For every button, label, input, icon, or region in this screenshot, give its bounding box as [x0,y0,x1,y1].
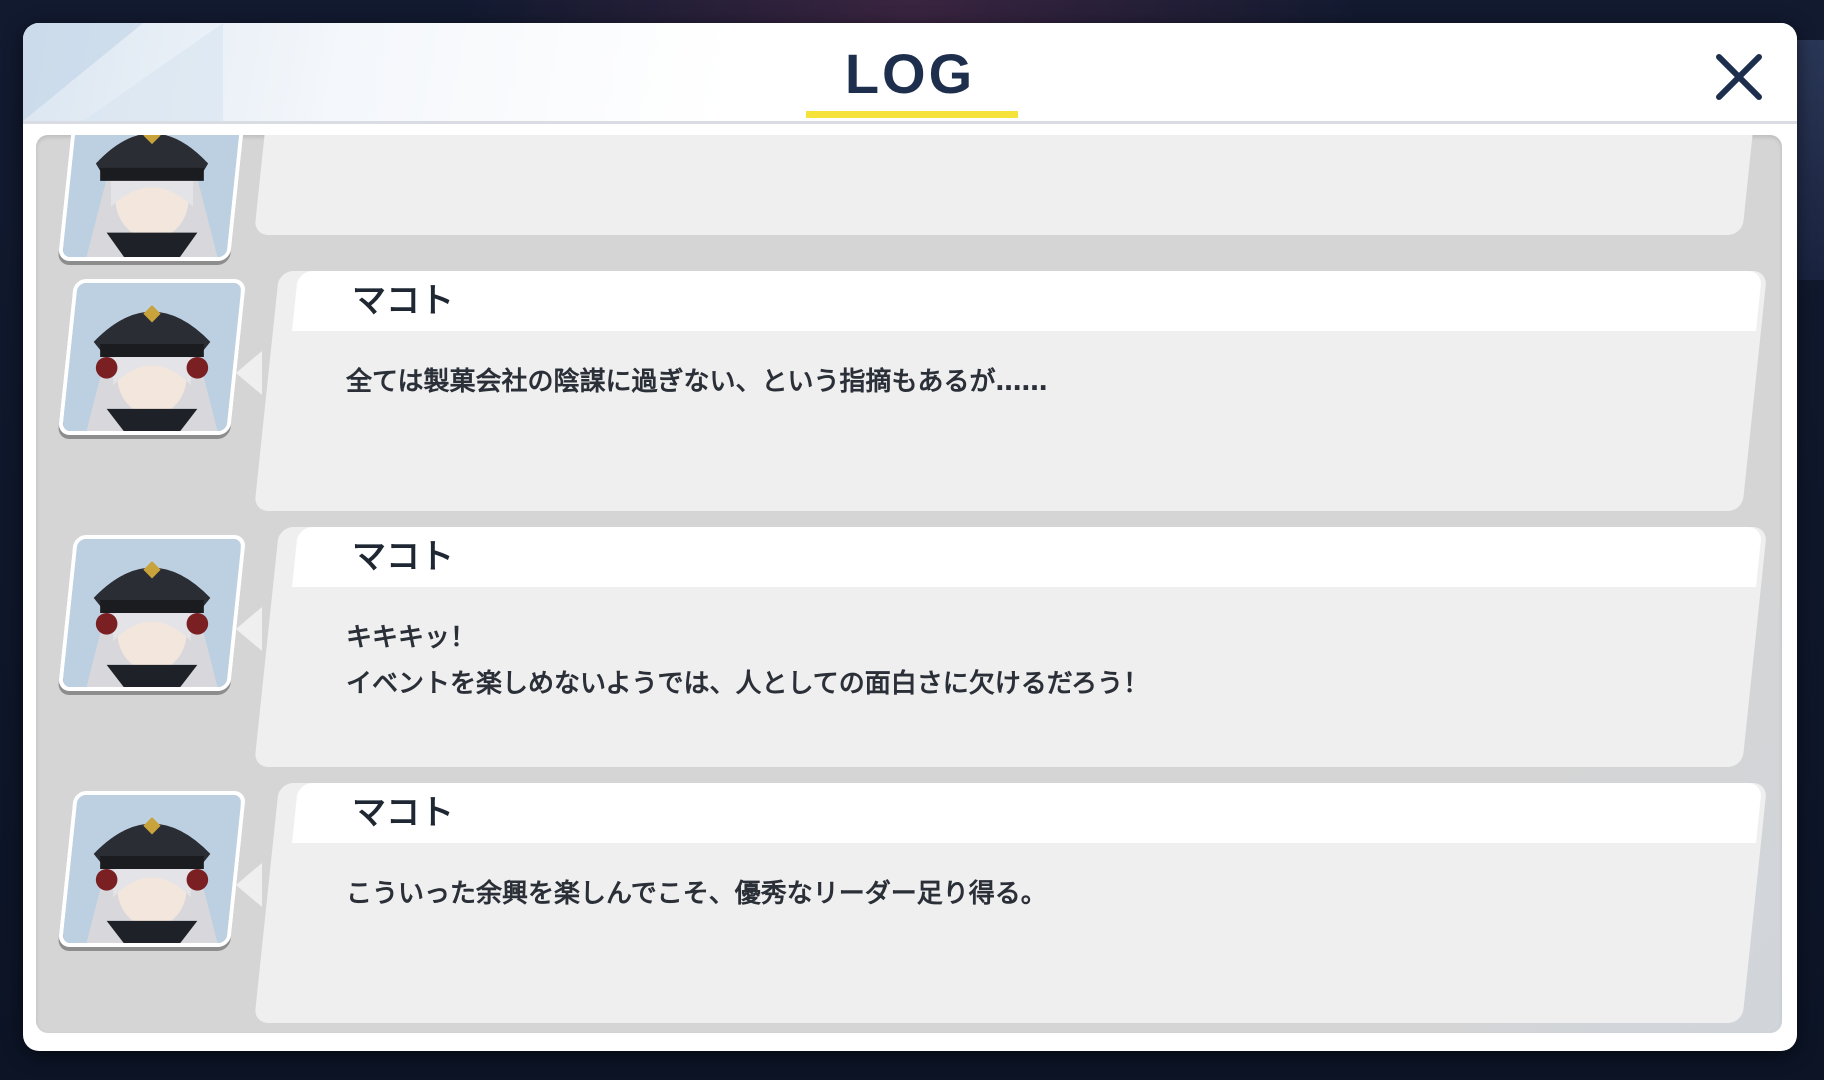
close-icon [1716,54,1762,100]
character-portrait-icon [63,535,241,691]
message-bubble [254,135,1768,235]
speaker-name: マコト [352,537,454,577]
speaker-name: マコト [352,793,454,833]
name-bar [292,271,1763,331]
character-portrait-icon [63,279,241,435]
character-portrait [57,279,247,435]
close-button[interactable] [1703,41,1775,113]
name-bar [292,527,1763,587]
bubble-tail [236,607,262,651]
dialog-header: LOG [23,23,1797,124]
bubble-tail [236,863,262,907]
character-portrait-icon [63,791,241,947]
log-scroll-area[interactable]: マコト 全ては製菓会社の陰謀に過ぎない、という指摘もあるが…… マコト キキキッ… [36,135,1782,1033]
message-text: こういった余興を楽しんでこそ、優秀なリーダー足り得る。 [346,879,1047,909]
character-portrait [57,135,247,261]
bubble-tail [236,351,262,395]
character-portrait-icon [63,135,241,261]
dialog-title: LOG [844,42,976,105]
log-dialog: LOG マコト 全ては製菓会社の陰謀に過ぎない、という指摘もあるが…… マコト … [23,23,1797,1051]
character-portrait [57,791,247,947]
speaker-name: マコト [352,281,454,321]
message-text: キキキッ！ イベントを楽しめないようでは、人としての面白さに欠けるだろう！ [346,623,1150,699]
title-underline [806,111,1018,118]
name-bar [292,783,1763,843]
message-bubble: マコト こういった余興を楽しんでこそ、優秀なリーダー足り得る。 [236,783,1768,1023]
message-text: 全ては製菓会社の陰謀に過ぎない、という指摘もあるが…… [346,367,1048,397]
character-portrait [57,535,247,691]
message-bubble: マコト キキキッ！ イベントを楽しめないようでは、人としての面白さに欠けるだろう… [236,527,1768,767]
background-panel [1796,40,1824,280]
bubble-background [254,135,1768,235]
message-bubble: マコト 全ては製菓会社の陰謀に過ぎない、という指摘もあるが…… [236,271,1768,511]
